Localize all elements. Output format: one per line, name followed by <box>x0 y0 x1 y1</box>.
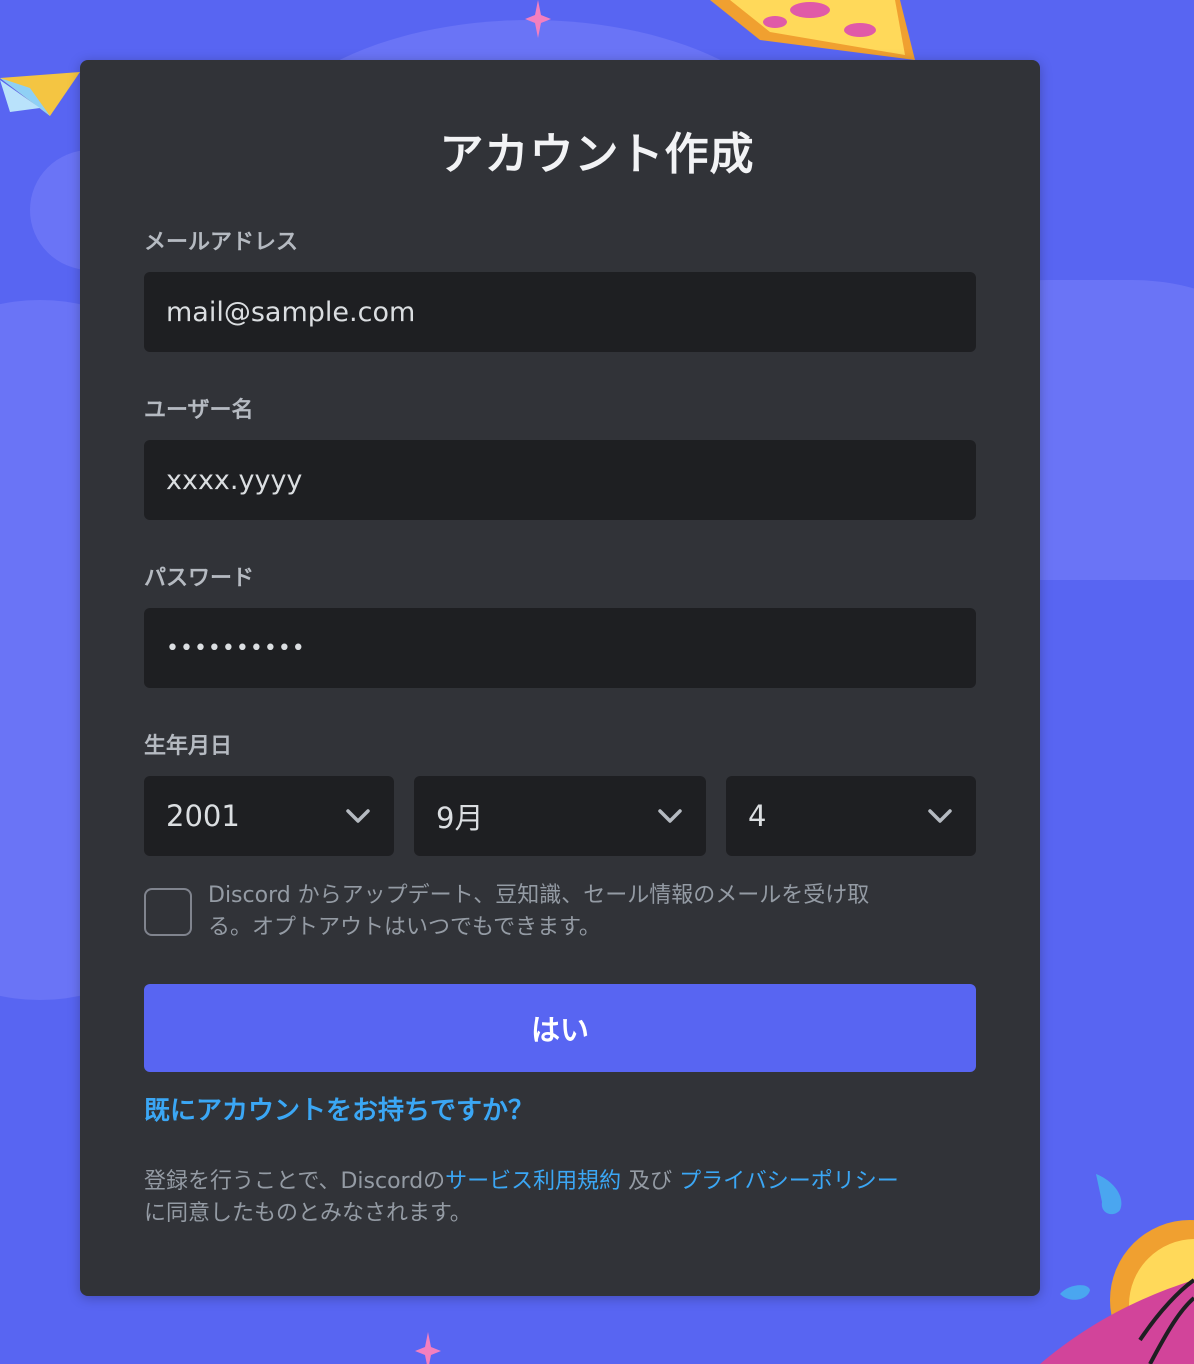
paper-plane-icon <box>0 72 80 116</box>
terms-middle: 及び <box>621 1169 680 1194</box>
email-label: メールアドレス <box>144 230 299 255</box>
email-field[interactable] <box>144 272 976 352</box>
newsletter-label-line2: る。オプトアウトはいつでもできます。 <box>208 915 601 940</box>
privacy-link[interactable]: プライバシーポリシー <box>679 1169 899 1194</box>
password-label: パスワード <box>144 566 255 591</box>
pizza-icon <box>710 0 915 60</box>
terms-notice: 登録を行うことで、Discordのサービス利用規約 及び プライバシーポリシー … <box>144 1166 974 1230</box>
chevron-down-icon <box>926 802 954 830</box>
chevron-down-icon <box>344 802 372 830</box>
username-label: ユーザー名 <box>144 398 254 423</box>
login-link[interactable]: 既にアカウントをお持ちですか？ <box>144 1090 534 1127</box>
terms-suffix: に同意したものとみなされます。 <box>144 1201 472 1226</box>
chevron-down-icon <box>656 802 684 830</box>
birth-month-select[interactable]: 9月 <box>414 776 706 856</box>
page-title: アカウント作成 <box>439 129 755 180</box>
birth-day-select[interactable]: 4 <box>726 776 976 856</box>
tos-link[interactable]: サービス利用規約 <box>445 1169 621 1194</box>
terms-prefix: 登録を行うことで、Discordの <box>144 1169 446 1194</box>
username-field[interactable] <box>144 440 976 520</box>
birthdate-label: 生年月日 <box>144 734 233 759</box>
sparkle-icon <box>525 0 551 38</box>
character-illustration <box>1040 1220 1194 1364</box>
birth-month-value: 9月 <box>436 801 484 835</box>
password-field[interactable] <box>144 608 976 688</box>
newsletter-checkbox[interactable] <box>144 888 192 936</box>
newsletter-label: Discord からアップデート、豆知識、セール情報のメールを受け取 る。オプト… <box>208 880 948 944</box>
birth-year-select[interactable]: 2001 <box>144 776 394 856</box>
birth-year-value: 2001 <box>166 799 240 833</box>
sparkle-icon <box>415 1332 441 1364</box>
birth-day-value: 4 <box>748 799 767 833</box>
newsletter-label-line1: Discord からアップデート、豆知識、セール情報のメールを受け取 <box>208 883 870 908</box>
submit-button[interactable]: はい <box>144 984 976 1072</box>
